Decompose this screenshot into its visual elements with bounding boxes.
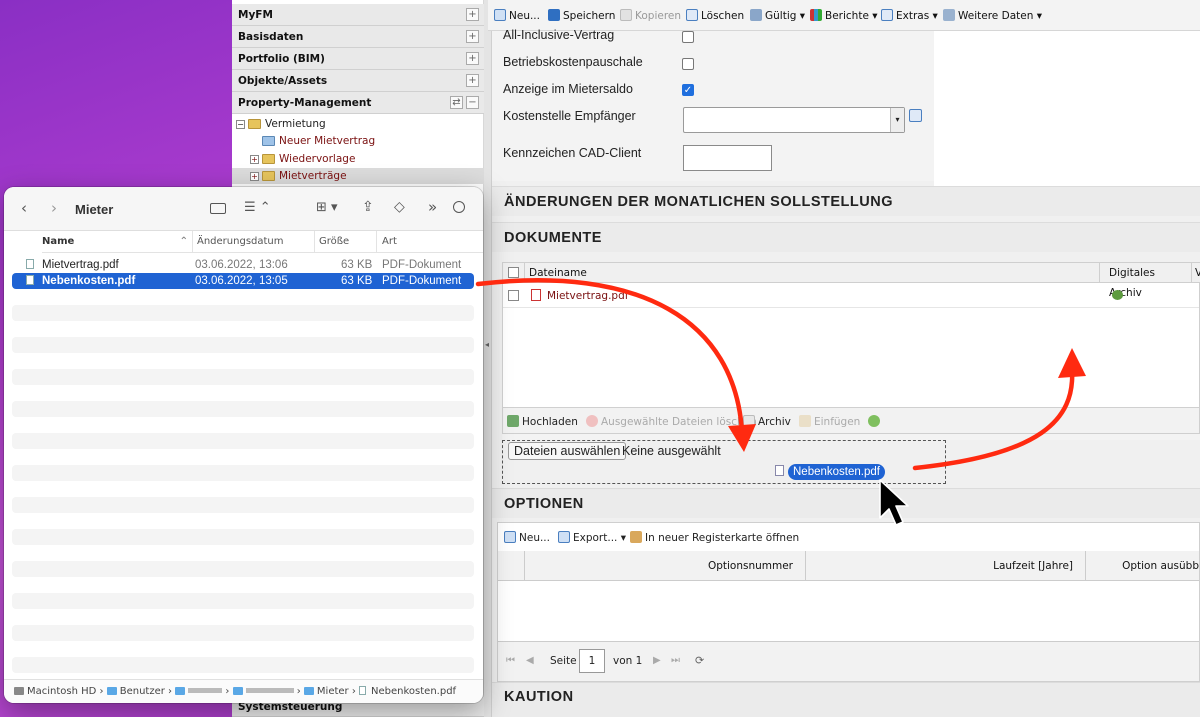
drag-arrow-to-archive: [912, 367, 1075, 471]
arrowhead-up: [1058, 348, 1086, 378]
mouse-cursor-icon: [879, 479, 909, 526]
drag-arrow-to-dropzone: [475, 278, 745, 435]
annotation-arrows: [475, 278, 1086, 526]
arrowhead-down: [728, 424, 756, 452]
